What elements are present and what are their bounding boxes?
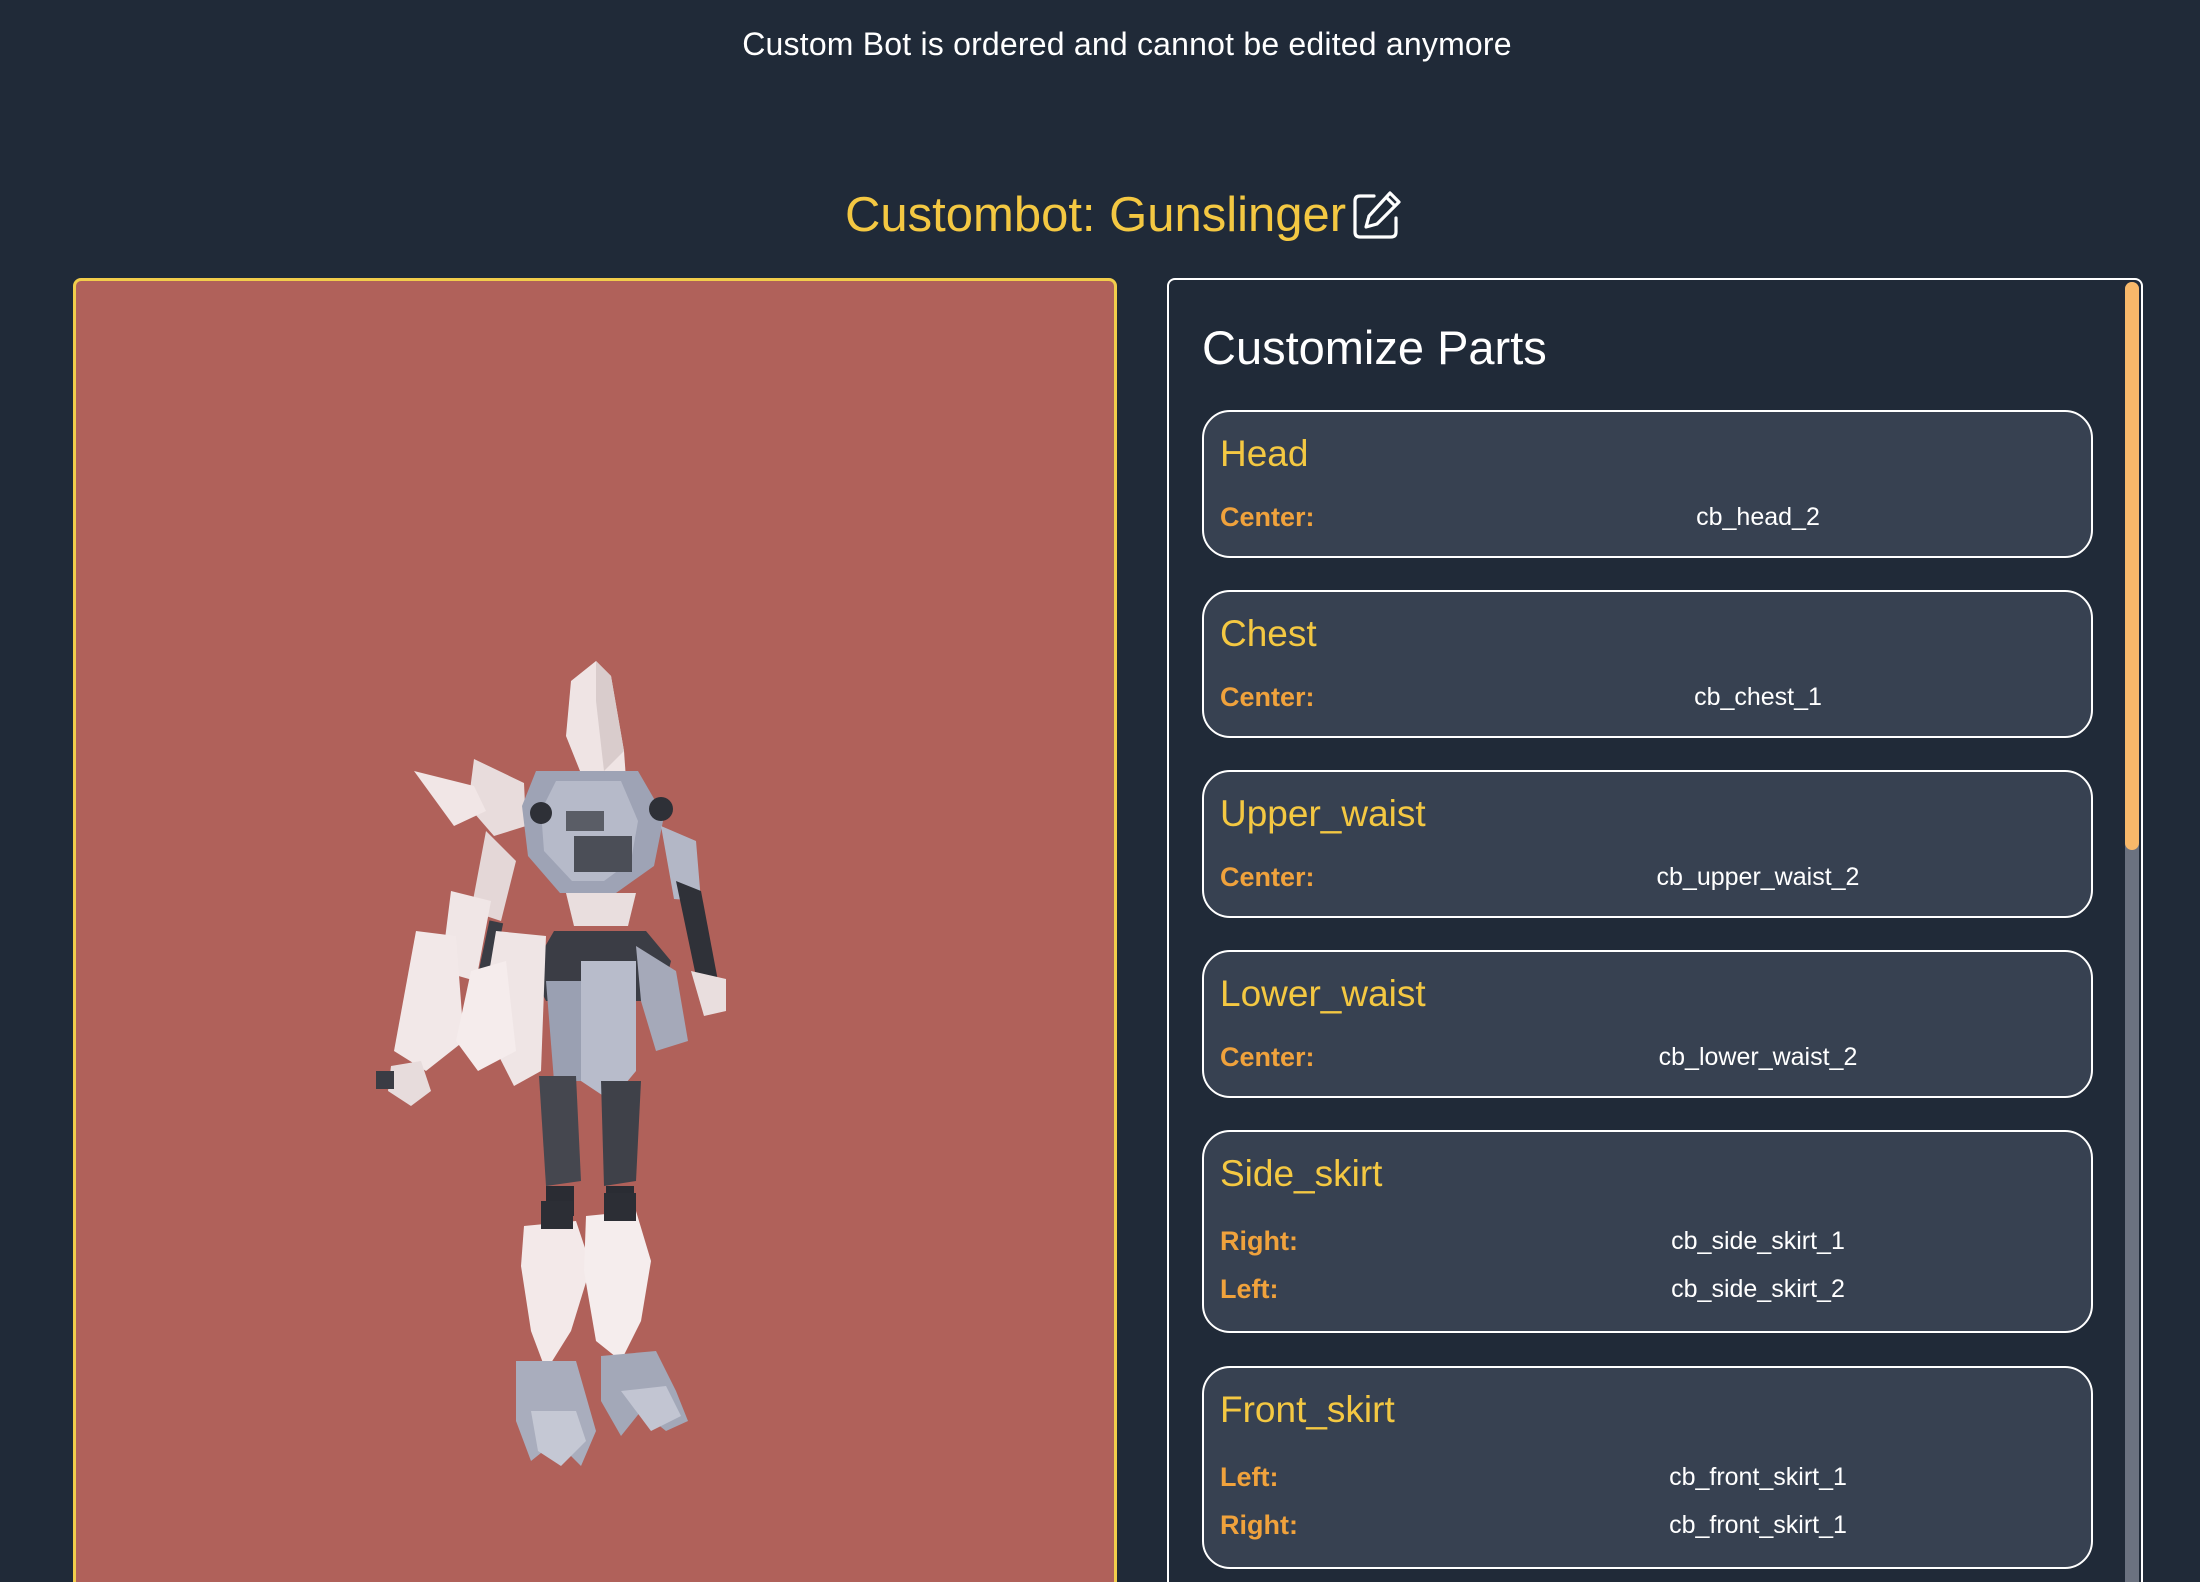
panel-title: Customize Parts (1202, 321, 1547, 374)
slot-label: Center: (1220, 1042, 1315, 1072)
part-card-lower-waist[interactable]: Lower_waist Center: cb_lower_waist_2 (1202, 950, 2093, 1098)
customize-parts-panel: Customize Parts Head Center: cb_head_2 C… (1167, 278, 2143, 1582)
robot-model (376, 661, 726, 1466)
part-name: Front_skirt (1220, 1389, 1395, 1430)
slot-value: cb_chest_1 (1694, 683, 1822, 711)
part-name: Lower_waist (1220, 973, 1426, 1014)
part-card-front-skirt[interactable]: Front_skirt Left: cb_front_skirt_1 Right… (1202, 1366, 2093, 1569)
part-card-chest[interactable]: Chest Center: cb_chest_1 (1202, 590, 2093, 738)
slot-value: cb_front_skirt_1 (1669, 1511, 1847, 1539)
slot-label: Center: (1220, 682, 1315, 712)
page-title: Custombot: Gunslinger (845, 188, 1347, 242)
part-card-head[interactable]: Head Center: cb_head_2 (1202, 410, 2093, 558)
slot-value: cb_front_skirt_1 (1669, 1463, 1847, 1491)
slot-value: cb_head_2 (1696, 503, 1820, 531)
page: Custom Bot is ordered and cannot be edit… (0, 0, 2200, 1582)
part-name: Side_skirt (1220, 1153, 1383, 1194)
robot-3d-viewer[interactable] (73, 278, 1117, 1582)
slot-label: Right: (1220, 1226, 1298, 1256)
ordered-notice: Custom Bot is ordered and cannot be edit… (742, 26, 1512, 62)
pencil-square-icon (1353, 191, 1401, 239)
slot-value: cb_lower_waist_2 (1658, 1043, 1858, 1071)
part-card-upper-waist[interactable]: Upper_waist Center: cb_upper_waist_2 (1202, 770, 2093, 918)
title-row: Custombot: Gunslinger (0, 186, 2200, 250)
slot-label: Center: (1220, 862, 1315, 892)
slot-label: Left: (1220, 1462, 1279, 1492)
part-name: Chest (1220, 613, 1317, 654)
part-name: Head (1220, 433, 1309, 474)
slot-value: cb_side_skirt_2 (1671, 1275, 1845, 1303)
slot-value: cb_side_skirt_1 (1671, 1227, 1845, 1255)
part-name: Upper_waist (1220, 793, 1426, 834)
slot-label: Right: (1220, 1510, 1298, 1540)
edit-name-button[interactable] (1350, 188, 1404, 242)
slot-value: cb_upper_waist_2 (1656, 863, 1860, 891)
part-card-side-skirt[interactable]: Side_skirt Right: cb_side_skirt_1 Left: … (1202, 1130, 2093, 1333)
scrollbar-thumb[interactable] (2125, 282, 2139, 850)
slot-label: Left: (1220, 1274, 1279, 1304)
slot-label: Center: (1220, 502, 1315, 532)
